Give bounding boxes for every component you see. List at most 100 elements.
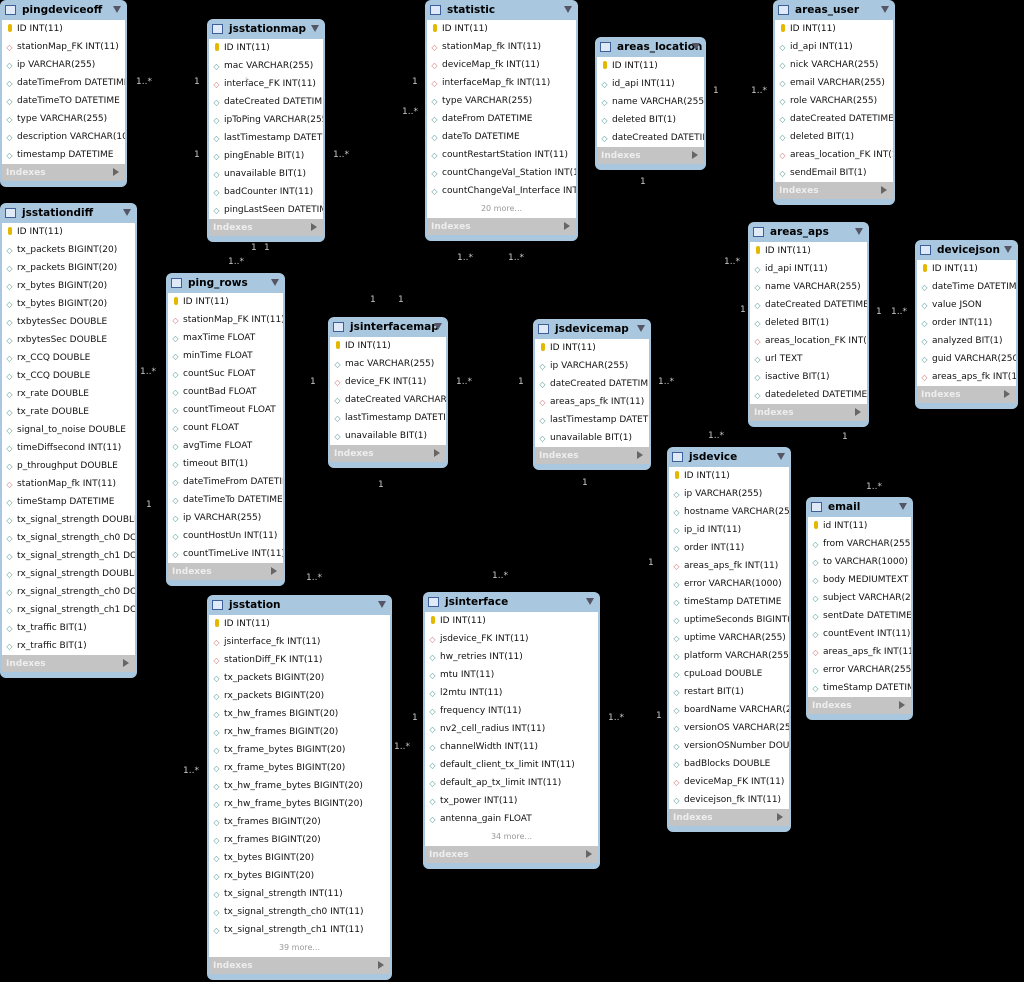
column-row[interactable]: ◇ rx_frame_bytes BIGINT(20) <box>209 759 390 777</box>
column-row[interactable]: ◇ areas_aps_fk INT(11) <box>808 643 911 661</box>
column-row[interactable]: ◇ tx_signal_strength INT(11) <box>209 885 390 903</box>
column-row[interactable]: ◇ timestamp DATETIME <box>2 146 125 164</box>
collapse-arrow-icon[interactable] <box>378 601 386 608</box>
collapse-arrow-icon[interactable] <box>881 6 889 13</box>
column-row[interactable]: ◇ jsinterface_fk INT(11) <box>209 633 390 651</box>
column-row[interactable]: ◇ countTimeLive INT(11) <box>168 545 283 563</box>
column-row[interactable]: ◇ l2mtu INT(11) <box>425 684 598 702</box>
column-row[interactable]: ◇ ip VARCHAR(255) <box>669 485 789 503</box>
column-row[interactable]: ◇ rx_packets BIGINT(20) <box>2 259 135 277</box>
table-jsdevicemap[interactable]: jsdevicemap ID INT(11) ◇ ip VARCHAR(255) ◇ da… <box>533 319 651 470</box>
column-row[interactable]: ◇ interfaceMap_fk INT(11) <box>427 74 576 92</box>
column-row[interactable]: ◇ analyzed BIT(1) <box>917 332 1016 350</box>
expand-arrow-icon[interactable] <box>855 408 861 416</box>
column-row[interactable]: ◇ sentDate DATETIME <box>808 607 911 625</box>
column-row[interactable]: ◇ lastTimestamp DATETIME <box>535 411 649 429</box>
column-row[interactable]: ID INT(11) <box>209 615 390 633</box>
column-row[interactable]: ◇ default_client_tx_limit INT(11) <box>425 756 598 774</box>
column-row[interactable]: ◇ versionOSNumber DOUBLE <box>669 737 789 755</box>
column-row[interactable]: ◇ avgTime FLOAT <box>168 437 283 455</box>
column-row[interactable]: ◇ boardName VARCHAR(255) <box>669 701 789 719</box>
table-header[interactable]: areas_location <box>597 37 704 57</box>
column-row[interactable]: ◇ rxbytesSec DOUBLE <box>2 331 135 349</box>
column-row[interactable]: ◇ countRestartStation INT(11) <box>427 146 576 164</box>
indexes-section[interactable]: Indexes <box>669 809 789 826</box>
column-row[interactable]: ◇ rx_frames BIGINT(20) <box>209 831 390 849</box>
indexes-section[interactable]: Indexes <box>2 655 135 672</box>
expand-arrow-icon[interactable] <box>123 659 129 667</box>
column-row[interactable]: ◇ url TEXT <box>750 350 867 368</box>
column-row[interactable]: ◇ deviceMap_FK INT(11) <box>669 773 789 791</box>
column-row[interactable]: ◇ name VARCHAR(255) <box>597 93 704 111</box>
column-row[interactable]: id INT(11) <box>808 517 911 535</box>
table-header[interactable]: areas_user <box>775 0 893 20</box>
table-header[interactable]: jsstationmap <box>209 19 323 39</box>
column-row[interactable]: ◇ default_ap_tx_limit INT(11) <box>425 774 598 792</box>
column-row[interactable]: ◇ countTimeout FLOAT <box>168 401 283 419</box>
indexes-section[interactable]: Indexes <box>209 219 323 236</box>
column-row[interactable]: ◇ dateTime DATETIME <box>917 278 1016 296</box>
column-row[interactable]: ◇ timeDiffsecond INT(11) <box>2 439 135 457</box>
column-row[interactable]: ID INT(11) <box>168 293 283 311</box>
collapse-arrow-icon[interactable] <box>123 209 131 216</box>
column-row[interactable]: ◇ nick VARCHAR(255) <box>775 56 893 74</box>
more-columns-link[interactable]: 20 more... <box>427 200 576 218</box>
column-row[interactable]: ◇ type VARCHAR(255) <box>2 110 125 128</box>
column-row[interactable]: ◇ id_api INT(11) <box>597 75 704 93</box>
column-row[interactable]: ◇ cpuLoad DOUBLE <box>669 665 789 683</box>
column-row[interactable]: ◇ jsdevice_FK INT(11) <box>425 630 598 648</box>
table-header[interactable]: jsstation <box>209 595 390 615</box>
indexes-section[interactable]: Indexes <box>209 957 390 974</box>
expand-arrow-icon[interactable] <box>564 222 570 230</box>
column-row[interactable]: ID INT(11) <box>597 57 704 75</box>
expand-arrow-icon[interactable] <box>113 168 119 176</box>
indexes-section[interactable]: Indexes <box>427 218 576 235</box>
column-row[interactable]: ◇ tx_signal_strength_ch0 DOU... <box>2 529 135 547</box>
column-row[interactable]: ◇ deleted BIT(1) <box>775 128 893 146</box>
column-row[interactable]: ID INT(11) <box>2 20 125 38</box>
column-row[interactable]: ◇ role VARCHAR(255) <box>775 92 893 110</box>
column-row[interactable]: ◇ count FLOAT <box>168 419 283 437</box>
column-row[interactable]: ◇ dateCreated DATETIME <box>750 296 867 314</box>
column-row[interactable]: ID INT(11) <box>209 39 323 57</box>
column-row[interactable]: ◇ unavailable BIT(1) <box>535 429 649 447</box>
expand-arrow-icon[interactable] <box>586 850 592 858</box>
column-row[interactable]: ◇ signal_to_noise DOUBLE <box>2 421 135 439</box>
expand-arrow-icon[interactable] <box>899 701 905 709</box>
column-row[interactable]: ID INT(11) <box>425 612 598 630</box>
column-row[interactable]: ◇ tx_traffic BIT(1) <box>2 619 135 637</box>
expand-arrow-icon[interactable] <box>692 151 698 159</box>
column-row[interactable]: ◇ versionOS VARCHAR(255) <box>669 719 789 737</box>
column-row[interactable]: ◇ timeStamp DATETIME <box>2 493 135 511</box>
column-row[interactable]: ◇ areas_aps_fk INT(11) <box>669 557 789 575</box>
column-row[interactable]: ◇ tx_CCQ DOUBLE <box>2 367 135 385</box>
column-row[interactable]: ◇ guid VARCHAR(250) <box>917 350 1016 368</box>
column-row[interactable]: ◇ isactive BIT(1) <box>750 368 867 386</box>
collapse-arrow-icon[interactable] <box>692 43 700 50</box>
column-row[interactable]: ◇ areas_aps_fk INT(11) <box>917 368 1016 386</box>
column-row[interactable]: ◇ tx_signal_strength_ch1 DOU... <box>2 547 135 565</box>
expand-arrow-icon[interactable] <box>434 449 440 457</box>
column-row[interactable]: ◇ rx_signal_strength_ch0 DOU... <box>2 583 135 601</box>
table-jsinterface[interactable]: jsinterface ID INT(11) ◇ jsdevice_FK INT(11… <box>423 592 600 869</box>
column-row[interactable]: ◇ uptimeSeconds BIGINT(20) <box>669 611 789 629</box>
column-row[interactable]: ◇ rx_signal_strength_ch1 DOU... <box>2 601 135 619</box>
table-devicejson[interactable]: devicejson ID INT(11) ◇ dateTime DATETIME ◇ v… <box>915 240 1018 409</box>
column-row[interactable]: ◇ frequency INT(11) <box>425 702 598 720</box>
more-columns-link[interactable]: 34 more... <box>425 828 598 846</box>
indexes-section[interactable]: Indexes <box>750 404 867 421</box>
column-row[interactable]: ◇ email VARCHAR(255) <box>775 74 893 92</box>
collapse-arrow-icon[interactable] <box>271 279 279 286</box>
column-row[interactable]: ID INT(11) <box>750 242 867 260</box>
column-row[interactable]: ◇ dateTimeTo DATETIME <box>168 491 283 509</box>
collapse-arrow-icon[interactable] <box>113 6 121 13</box>
indexes-section[interactable]: Indexes <box>917 386 1016 403</box>
column-row[interactable]: ◇ tx_signal_strength_ch0 INT(11) <box>209 903 390 921</box>
column-row[interactable]: ID INT(11) <box>775 20 893 38</box>
indexes-section[interactable]: Indexes <box>425 846 598 863</box>
column-row[interactable]: ◇ dateCreated DATETIME <box>209 93 323 111</box>
column-row[interactable]: ◇ tx_power INT(11) <box>425 792 598 810</box>
column-row[interactable]: ◇ ip VARCHAR(255) <box>168 509 283 527</box>
table-areas_aps[interactable]: areas_aps ID INT(11) ◇ id_api INT(11) ◇ name … <box>748 222 869 427</box>
column-row[interactable]: ◇ stationMap_FK INT(11) <box>2 38 125 56</box>
